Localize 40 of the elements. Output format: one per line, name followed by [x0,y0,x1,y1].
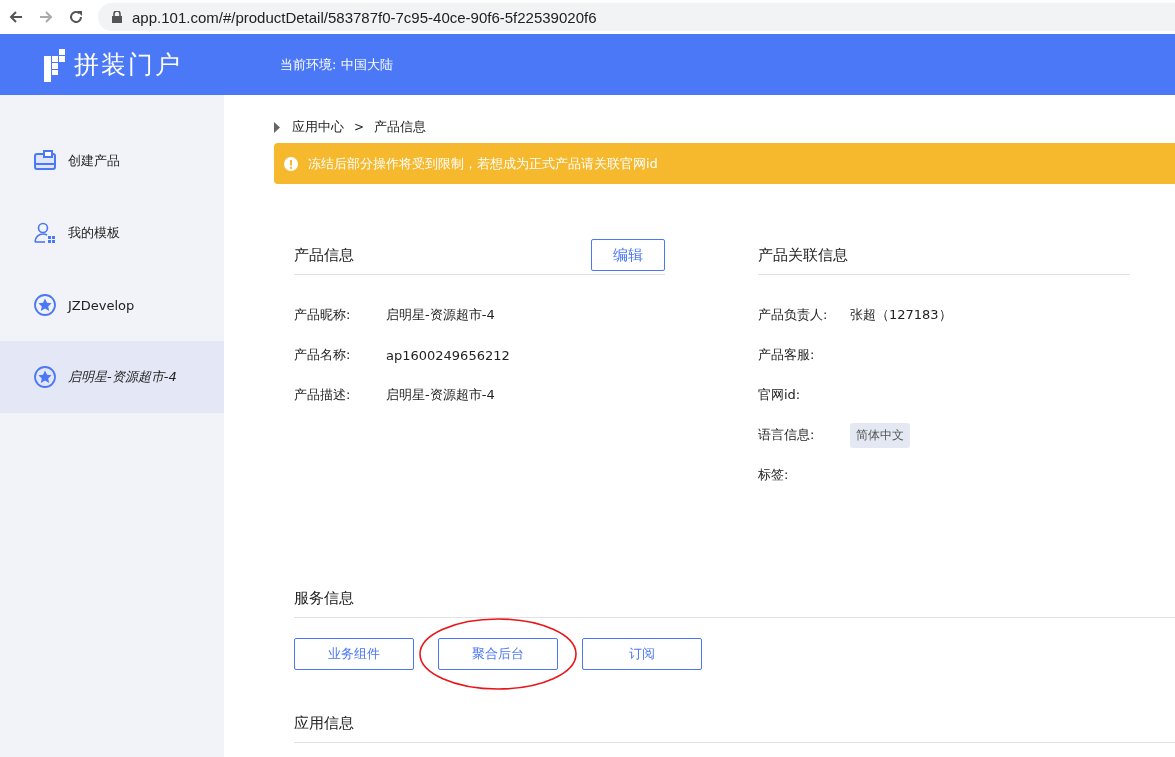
logo-text: 拼装门户 [74,49,182,81]
field-label: 产品名称: [294,346,352,364]
reload-icon[interactable] [68,9,84,25]
field-label: 标签: [758,466,790,484]
field-value: 启明星-资源超市-4 [386,386,495,404]
breadcrumb-separator: > [354,120,365,134]
sidebar-item[interactable]: 启明星-资源超市-4 [0,341,224,413]
service-button[interactable]: 业务组件 [294,638,414,670]
service-button[interactable]: 订阅 [582,638,702,670]
logo-icon [44,47,66,82]
warning-icon [284,156,298,171]
back-icon[interactable] [8,9,24,25]
field-value: ap1600249656212 [386,347,510,363]
breadcrumb-link[interactable]: 应用中心 [292,118,344,136]
field-label: 语言信息: [758,426,816,444]
section-title: 产品关联信息 [758,245,848,265]
folder-icon [34,150,56,172]
field-value: 张超（127183） [850,306,952,324]
breadcrumb-link[interactable]: 产品信息 [374,118,427,136]
url-text: app.101.com/#/productDetail/583787f0-7c95-40ce-90f6-5f22539020f6 [132,8,597,26]
sidebar-item[interactable]: 我的模板 [0,197,224,269]
field-label: 产品负责人: [758,306,829,324]
field-value: 启明星-资源超市-4 [386,306,495,324]
edit-button[interactable]: 编辑 [591,239,665,271]
lock-icon [112,11,122,23]
service-button[interactable]: 聚合后台 [438,638,558,670]
section-title: 应用信息 [294,713,354,733]
user-icon [34,222,56,244]
address-bar[interactable]: app.101.com/#/productDetail/583787f0-7c95-40ce-90f6-5f22539020f6 [98,3,1175,31]
field-label: 产品描述: [294,386,352,404]
sidebar-item[interactable]: JZDevelop [0,269,224,341]
environment-label: 当前环境: 中国大陆 [280,55,393,74]
field-label: 产品客服: [758,346,816,364]
language-tag: 简体中文 [850,422,910,448]
alert-text: 冻结后部分操作将受到限制，若想成为正式产品请关联官网id [308,154,658,173]
field-label: 产品昵称: [294,306,352,324]
sidebar-item[interactable]: 创建产品 [0,125,224,197]
field-label: 官网id: [758,386,802,404]
section-title: 服务信息 [294,588,354,608]
section-title: 产品信息 [294,245,354,265]
